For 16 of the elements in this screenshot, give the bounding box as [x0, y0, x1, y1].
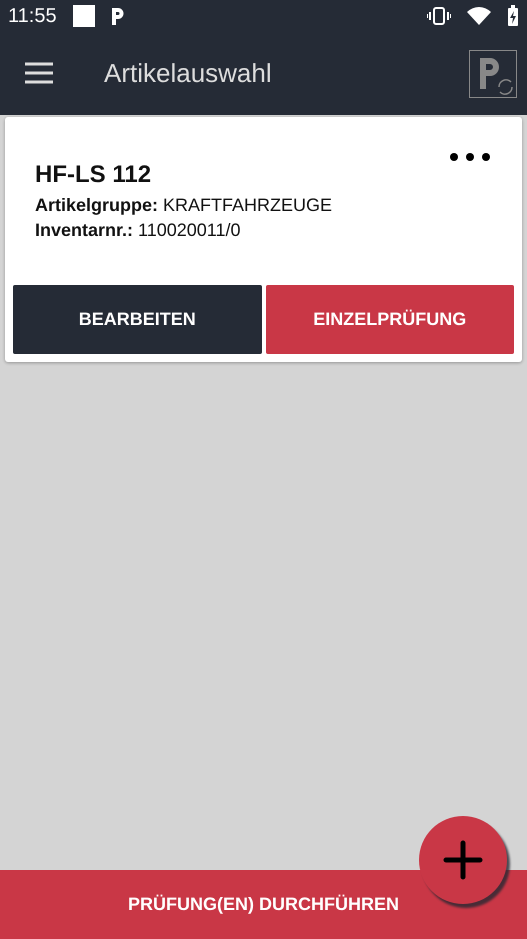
square-notification-icon [72, 5, 95, 27]
run-inspection-button[interactable]: PRÜFUNG(EN) DURCHFÜHREN [0, 870, 527, 939]
parking-notification-icon [110, 7, 125, 25]
item-title: HF-LS 112 [35, 160, 152, 190]
battery-icon [507, 5, 519, 27]
logo-icon [469, 50, 517, 98]
item-field: Inventarnr.: 110020011/0 [35, 218, 448, 244]
menu-button[interactable] [24, 62, 54, 86]
edit-button[interactable]: BEARBEITEN [13, 285, 262, 354]
plus-icon [443, 840, 483, 880]
clock-time: 11:55 [8, 4, 57, 29]
inspect-button[interactable]: EINZELPRÜFUNG [266, 285, 514, 354]
page-title: Artikelauswahl [104, 57, 272, 90]
wifi-icon [467, 7, 491, 25]
vibrate-icon [427, 7, 451, 25]
item-field: Artikelgruppe: KRAFTFAHRZEUGE [35, 193, 448, 218]
